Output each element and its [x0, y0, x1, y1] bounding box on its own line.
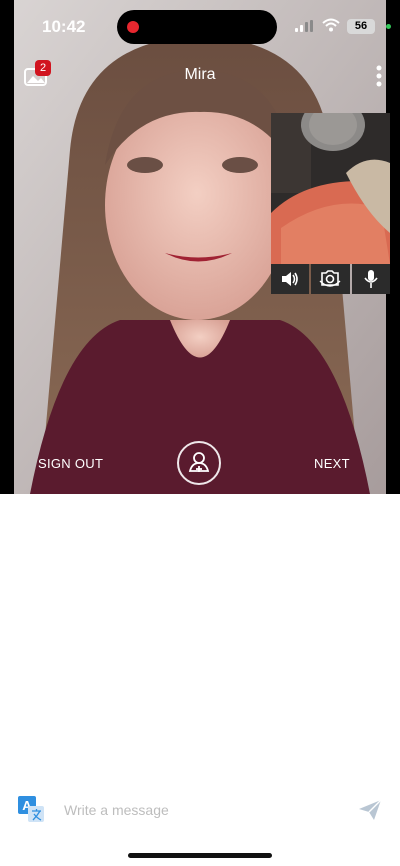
battery-indicator: 56: [347, 19, 375, 34]
status-bar: 10:42 56: [0, 0, 400, 54]
add-friend-button[interactable]: [177, 441, 221, 485]
dynamic-island: [117, 10, 277, 44]
speaker-button[interactable]: [271, 264, 310, 294]
wifi-icon: [322, 18, 340, 32]
translate-icon[interactable]: A: [17, 795, 45, 823]
self-preview-video[interactable]: [271, 113, 390, 264]
peer-name: Mira: [184, 66, 216, 83]
sign-out-button[interactable]: SIGN OUT: [38, 456, 103, 471]
send-icon[interactable]: [357, 798, 383, 822]
camera-switch-button[interactable]: [311, 264, 350, 294]
microphone-button[interactable]: [351, 264, 390, 294]
message-composer: A: [0, 784, 400, 834]
camera-switch-icon: [319, 270, 341, 287]
speaker-icon: [282, 272, 298, 286]
status-time: 10:42: [42, 17, 86, 36]
home-indicator: [128, 853, 272, 858]
camera-in-use-indicator: [386, 24, 391, 29]
message-input[interactable]: [62, 796, 346, 824]
cellular-signal-icon: [295, 20, 313, 32]
self-preview-controls: [271, 264, 390, 294]
microphone-icon: [364, 270, 378, 288]
next-button[interactable]: NEXT: [314, 456, 350, 471]
add-friend-icon: [188, 452, 210, 472]
more-vertical-icon[interactable]: [373, 64, 385, 88]
self-preview-feed: [271, 113, 390, 264]
recording-indicator: [127, 21, 139, 33]
